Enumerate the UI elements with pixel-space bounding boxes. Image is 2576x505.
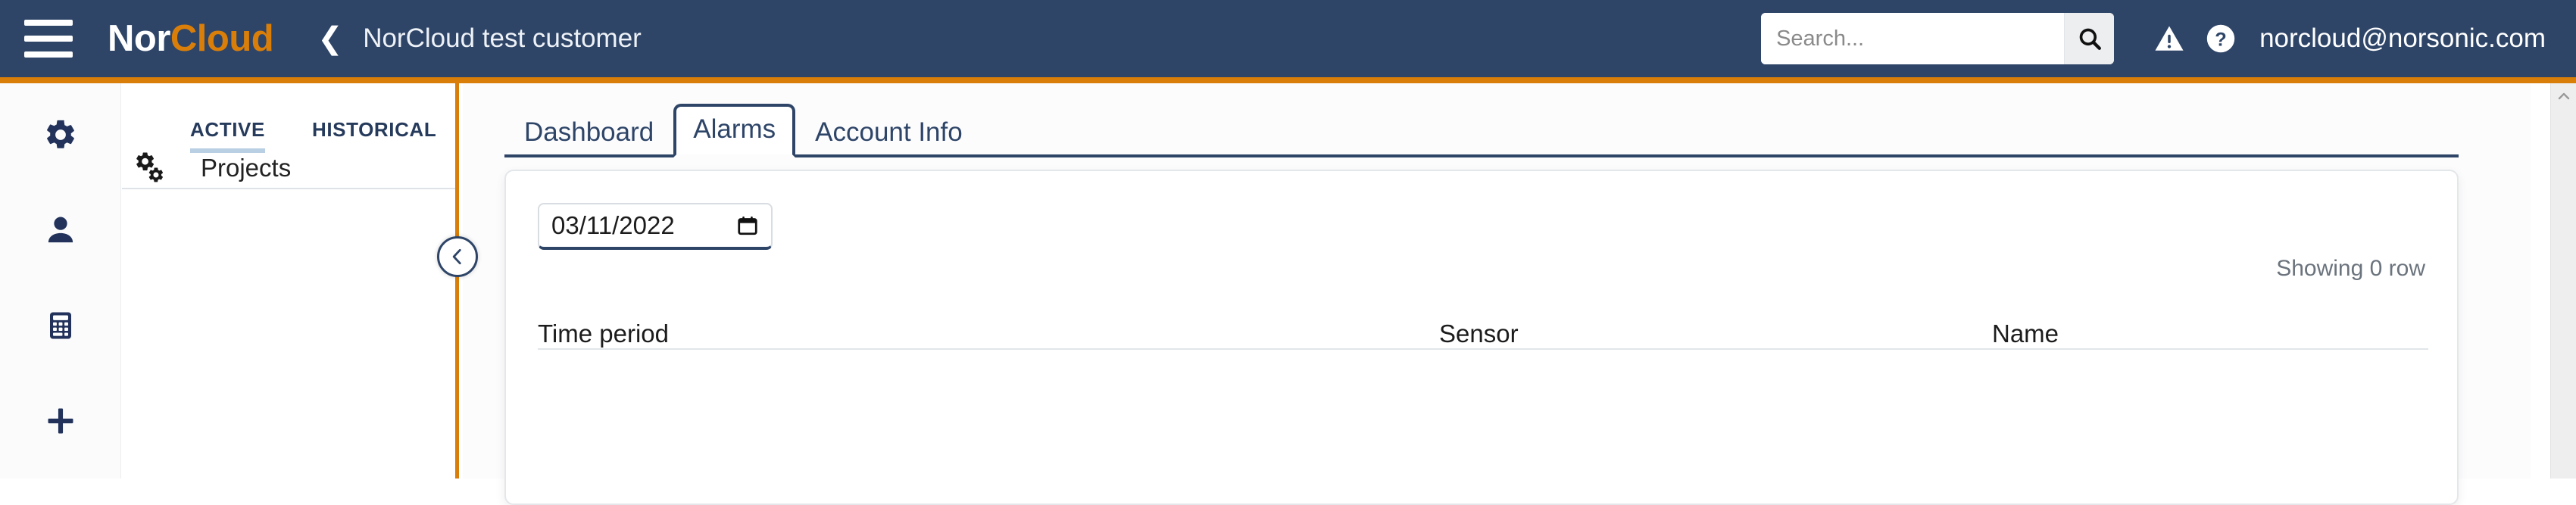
- date-filter-input[interactable]: 03/11/2022: [538, 203, 773, 250]
- column-header-sensor[interactable]: Sensor: [1439, 320, 1992, 348]
- user-email-label[interactable]: norcloud@norsonic.com: [2259, 23, 2546, 54]
- tab-dashboard[interactable]: Dashboard: [504, 107, 673, 157]
- tab-historical[interactable]: HISTORICAL: [312, 118, 436, 148]
- header-right-group: ? norcloud@norsonic.com: [1761, 13, 2546, 64]
- date-filter-value: 03/11/2022: [551, 211, 675, 239]
- brand-logo[interactable]: NorCloud: [108, 17, 274, 60]
- table-body-empty: [538, 350, 2428, 418]
- search-box: [1761, 13, 2115, 64]
- tab-alarms[interactable]: Alarms: [673, 104, 796, 157]
- showing-rows-count: Showing 0 row: [2276, 256, 2425, 281]
- search-button[interactable]: [2064, 13, 2115, 64]
- cogs-icon: [131, 151, 172, 185]
- projects-group-label: Projects: [201, 154, 292, 182]
- warning-triangle-icon[interactable]: [2153, 23, 2185, 55]
- brand-logo-cloud: Cloud: [170, 18, 274, 59]
- sidebar-item-users[interactable]: [0, 207, 121, 253]
- hamburger-menu-icon[interactable]: [24, 20, 73, 58]
- scrollbar-up-arrow[interactable]: [2551, 83, 2576, 109]
- content-tabs: Dashboard Alarms Account Info: [504, 98, 2459, 157]
- projects-panel: ACTIVE HISTORICAL Projects: [122, 83, 459, 479]
- alarms-card: 03/11/2022 Showing 0 row Time period Sen…: [504, 170, 2459, 505]
- main-content: Dashboard Alarms Account Info 03/11/2022…: [463, 83, 2531, 505]
- tab-account-info[interactable]: Account Info: [795, 107, 982, 157]
- back-chevron-left-icon[interactable]: ❮: [317, 23, 343, 54]
- calendar-icon[interactable]: [736, 214, 759, 237]
- calculator-icon: [50, 312, 71, 339]
- sidebar-item-calculator[interactable]: [0, 303, 121, 348]
- icon-rail-sidebar: [0, 83, 121, 479]
- person-icon: [48, 217, 73, 243]
- hamburger-bar: [24, 36, 73, 42]
- app-header: NorCloud ❮ NorCloud test customer Search…: [0, 0, 2576, 83]
- gear-icon: [47, 120, 74, 148]
- page-scrollbar[interactable]: [2550, 83, 2576, 479]
- panel-collapse-button[interactable]: [437, 236, 478, 277]
- hamburger-bar: [24, 20, 73, 26]
- hamburger-bar: [24, 51, 73, 58]
- table-header-row: Time period Sensor Name: [538, 300, 2428, 350]
- svg-text:?: ?: [2215, 29, 2227, 50]
- app-body: ACTIVE HISTORICAL Projects Dashboard Ala…: [0, 83, 2576, 505]
- search-icon: [2079, 28, 2101, 50]
- column-header-time-period[interactable]: Time period: [538, 320, 1439, 348]
- projects-group-row[interactable]: Projects: [122, 148, 455, 189]
- chevron-left-icon: [452, 248, 461, 265]
- alarms-table: Time period Sensor Name: [538, 300, 2428, 418]
- breadcrumb: NorCloud test customer: [363, 23, 642, 53]
- chevron-up-icon: [2558, 92, 2570, 100]
- sidebar-item-add[interactable]: [0, 398, 121, 444]
- brand-logo-nor: Nor: [108, 18, 170, 59]
- column-header-name[interactable]: Name: [1992, 320, 2428, 348]
- sidebar-item-settings[interactable]: [0, 112, 121, 157]
- plus-icon: [48, 408, 73, 434]
- question-circle-icon[interactable]: ?: [2205, 23, 2237, 55]
- search-input[interactable]: [1761, 13, 2065, 64]
